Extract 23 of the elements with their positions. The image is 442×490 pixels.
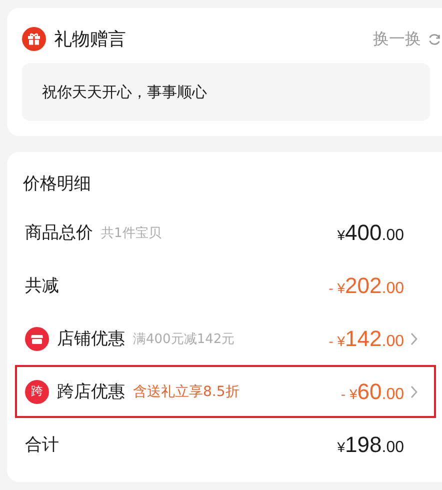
row-note: 满400元减142元 <box>133 330 235 348</box>
row-label: 共减 <box>25 275 59 297</box>
gift-message: 祝你天天开心，事事顺心 <box>42 82 207 102</box>
card-title: 礼物赠言 <box>54 28 126 51</box>
price-text: - ¥142.00 <box>328 326 404 352</box>
row-label: 跨店优惠 <box>57 381 125 403</box>
price-text: ¥198.00 <box>337 432 404 458</box>
chevron-icon[interactable] <box>410 332 418 346</box>
chevron-icon[interactable] <box>410 384 418 398</box>
cross-store-badge: 跨 <box>25 380 49 404</box>
refresh-icon <box>427 32 442 46</box>
section-title: 价格明细 <box>22 173 92 196</box>
promo-text: 含送礼立享8.5折 <box>133 382 240 400</box>
gift-icon <box>22 27 46 51</box>
price-text: - ¥202.00 <box>328 272 404 298</box>
row-label: 商品总价 <box>25 222 93 244</box>
price-text: ¥400.00 <box>337 220 404 246</box>
row-note: 共1件宝贝 <box>101 224 162 242</box>
row-label: 合计 <box>25 434 59 456</box>
shop-icon <box>25 326 49 350</box>
message-box[interactable]: 祝你天天开心，事事顺心 <box>22 63 430 121</box>
price-text: - ¥60.00 <box>340 378 404 404</box>
row-label: 店铺优惠 <box>57 328 125 350</box>
